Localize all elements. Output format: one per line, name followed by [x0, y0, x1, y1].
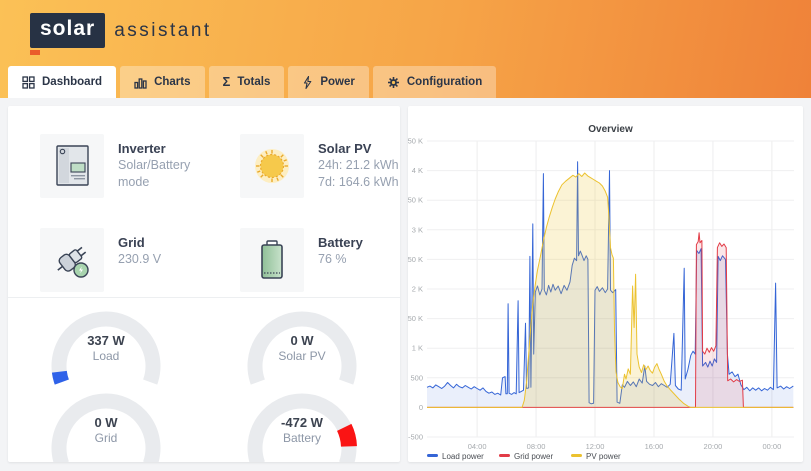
y-tick-label: 500 [410, 373, 423, 382]
tab-totals[interactable]: Σ Totals [209, 66, 285, 98]
lightning-icon [302, 76, 313, 89]
card-title: Grid [118, 234, 161, 251]
card-line: Solar/Battery [118, 157, 190, 174]
bar-chart-icon [134, 76, 147, 89]
legend-swatch [571, 454, 582, 457]
gauge-label: Solar PV [204, 348, 400, 364]
y-tick-label: -500 [408, 433, 423, 442]
tab-label: Dashboard [42, 76, 102, 88]
battery-gauge: -472 W Battery [204, 384, 400, 462]
load-gauge: 337 W Load [8, 302, 204, 390]
battery-icon [240, 228, 304, 292]
sun-icon [240, 134, 304, 198]
solar-pv-card-text: Solar PV 24h: 21.2 kWh 7d: 164.6 kWh [318, 134, 399, 198]
card-line: mode [118, 174, 190, 191]
legend-item-grid-power[interactable]: Grid power [499, 452, 553, 461]
legend-item-pv-power[interactable]: PV power [571, 452, 621, 461]
tab-label: Power [320, 76, 355, 88]
grid-card-text: Grid 230.9 V [118, 228, 161, 292]
app-header: solar assistant Dashboard Charts Σ Total… [0, 0, 811, 98]
gauge-value-segment [59, 372, 61, 382]
tab-dashboard[interactable]: Dashboard [8, 66, 116, 98]
tab-configuration[interactable]: Configuration [373, 66, 496, 98]
solar-pv-gauge: 0 W Solar PV [204, 302, 400, 390]
load-gauge-text: 337 W Load [8, 334, 204, 364]
card-line: 24h: 21.2 kWh [318, 157, 399, 174]
gear-icon [387, 76, 400, 89]
gauge-value: -472 W [204, 416, 400, 430]
solar-pv-card: Solar PV 24h: 21.2 kWh 7d: 164.6 kWh [240, 134, 400, 198]
dashboard-grid-icon [22, 76, 35, 89]
status-cards-grid: Inverter Solar/Battery mode [40, 134, 400, 292]
y-tick-label: 4.50 K [408, 137, 423, 146]
legend-label: PV power [586, 452, 621, 461]
legend-item-load-power[interactable]: Load power [427, 452, 484, 461]
grid-gauge-text: 0 W Grid [8, 416, 204, 446]
gauge-value: 0 W [8, 416, 204, 430]
tab-label: Configuration [407, 76, 482, 88]
card-title: Battery [318, 234, 363, 251]
status-panel: Inverter Solar/Battery mode [8, 106, 400, 462]
solar-pv-gauge-text: 0 W Solar PV [204, 334, 400, 364]
battery-gauge-text: -472 W Battery [204, 416, 400, 446]
chart-title: Overview [588, 124, 633, 135]
card-line: 76 % [318, 251, 363, 268]
x-tick-label: 00:00 [763, 442, 782, 451]
card-line: 7d: 164.6 kWh [318, 174, 399, 191]
overview-chart-panel[interactable]: 04:00 08:00 12:00 16:00 20:00 00:00 -500 0 500 1 … [408, 106, 803, 462]
x-tick-label: 20:00 [704, 442, 723, 451]
tab-label: Totals [237, 76, 270, 88]
x-tick-label: 08:00 [527, 442, 546, 451]
gauge-label: Grid [8, 430, 204, 446]
app-logo: solar assistant [30, 13, 212, 48]
sigma-icon: Σ [223, 76, 231, 88]
tab-charts[interactable]: Charts [120, 66, 204, 98]
tab-power[interactable]: Power [288, 66, 369, 98]
card-line: 230.9 V [118, 251, 161, 268]
y-tick-label: 3.50 K [408, 196, 423, 205]
legend-swatch [499, 454, 510, 457]
gauge-label: Battery [204, 430, 400, 446]
y-tick-label: 0 [419, 403, 423, 412]
x-tick-label: 16:00 [645, 442, 664, 451]
x-tick-label: 04:00 [468, 442, 487, 451]
y-tick-label: 1 K [412, 344, 423, 353]
legend-label: Load power [442, 452, 484, 461]
gauge-value: 0 W [204, 334, 400, 348]
inverter-card-text: Inverter Solar/Battery mode [118, 134, 190, 198]
x-tick-label: 12:00 [586, 442, 605, 451]
legend-label: Grid power [514, 452, 553, 461]
y-tick-label: 4 K [412, 166, 423, 175]
grid-card: Grid 230.9 V [40, 228, 240, 292]
main-nav-tabs: Dashboard Charts Σ Totals Power [8, 66, 496, 98]
y-tick-label: 3 K [412, 225, 423, 234]
tab-label: Charts [154, 76, 190, 88]
battery-card: Battery 76 % [240, 228, 400, 292]
plug-icon [40, 228, 104, 292]
inverter-card: Inverter Solar/Battery mode [40, 134, 240, 198]
gauges-grid: 337 W Load 0 W Solar PV 0 W Grid -472 W … [8, 302, 400, 462]
card-title: Solar PV [318, 140, 399, 157]
gauge-label: Load [8, 348, 204, 364]
logo-accent-mark [30, 50, 40, 55]
inverter-icon [40, 134, 104, 198]
legend-swatch [427, 454, 438, 457]
y-tick-label: 1.50 K [408, 314, 423, 323]
battery-card-text: Battery 76 % [318, 228, 363, 292]
panel-divider [8, 297, 400, 298]
logo-secondary: assistant [114, 20, 211, 42]
card-title: Inverter [118, 140, 190, 157]
logo-primary: solar [30, 13, 105, 48]
y-tick-label: 2 K [412, 285, 423, 294]
grid-gauge: 0 W Grid [8, 384, 204, 462]
overview-chart[interactable]: 04:00 08:00 12:00 16:00 20:00 00:00 -500 0 500 1 … [408, 106, 803, 462]
y-tick-label: 2.50 K [408, 255, 423, 264]
gauge-value: 337 W [8, 334, 204, 348]
